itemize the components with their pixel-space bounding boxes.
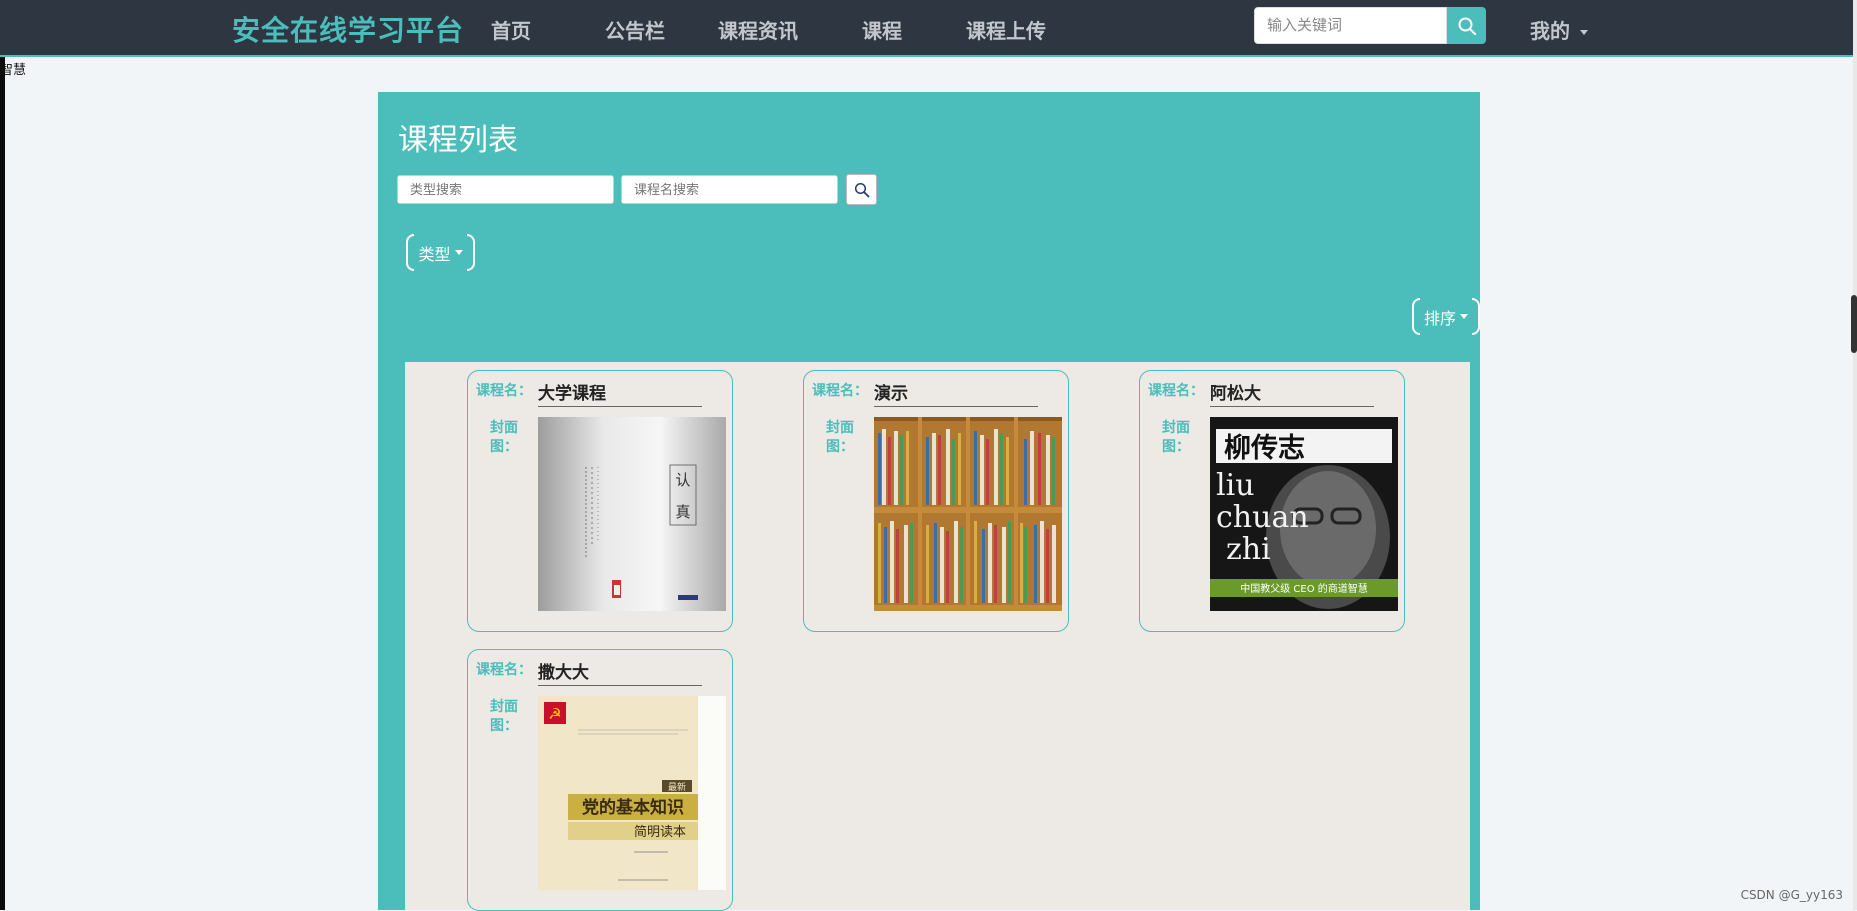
- cover-label: 封面图：: [1162, 420, 1190, 455]
- party-subtitle-text: 简明读本: [634, 824, 686, 840]
- filter-search-button[interactable]: [846, 174, 877, 205]
- course-card[interactable]: 课程名： 大学课程 封面图： 认 真: [467, 370, 733, 632]
- course-grid: 课程名： 大学课程 封面图： 认 真 课程名： 演示 封面图： 课程名： 阿松大…: [405, 362, 1470, 911]
- search-icon: [854, 182, 869, 197]
- top-navbar: 安全在线学习平台 首页 公告栏 课程资讯 课程 课程上传 我的: [0, 0, 1853, 57]
- liu-latin-2: chuan: [1216, 500, 1309, 535]
- course-name-label: 课程名：: [812, 383, 868, 399]
- renzhen-title-1: 认: [675, 471, 690, 489]
- course-cover-image[interactable]: 柳传志 liu chuan zhi 中国教父级 CEO 的商道智慧: [1210, 417, 1398, 611]
- site-brand[interactable]: 安全在线学习平台: [232, 9, 464, 49]
- nav-courses[interactable]: 课程: [862, 15, 902, 44]
- liu-title-text: 柳传志: [1224, 433, 1305, 464]
- book-cover-liuchuanzhi-icon: 柳传志 liu chuan zhi 中国教父级 CEO 的商道智慧: [1210, 417, 1398, 611]
- csdn-watermark: CSDN @G_yy163: [1740, 888, 1843, 902]
- user-menu-label: 我的: [1530, 19, 1570, 43]
- nav-course-upload[interactable]: 课程上传: [966, 15, 1046, 44]
- nav-search-button[interactable]: [1447, 7, 1486, 44]
- chevron-down-icon: [1580, 30, 1588, 35]
- course-cover-image[interactable]: ☭ 最新 党的基本知识 简明读本: [538, 696, 726, 890]
- course-name[interactable]: 演示: [874, 379, 1038, 407]
- left-edge: [0, 0, 5, 910]
- user-menu[interactable]: 我的: [1530, 15, 1588, 44]
- overlapping-label: 智慧: [0, 63, 27, 78]
- course-name-label: 课程名：: [476, 383, 532, 399]
- chevron-down-icon: [454, 250, 463, 255]
- renzhen-title-2: 真: [675, 503, 690, 521]
- course-name[interactable]: 阿松大: [1210, 379, 1374, 407]
- svg-text:☭: ☭: [548, 705, 561, 723]
- window-scrollbar[interactable]: [1853, 0, 1857, 910]
- nav-course-news[interactable]: 课程资讯: [718, 15, 798, 44]
- course-list-panel: 课程列表 类型 排序 课程名： 大学课程 封面图： 认: [378, 92, 1480, 911]
- course-name-label: 课程名：: [1148, 383, 1204, 399]
- course-card[interactable]: 课程名： 演示 封面图：: [803, 370, 1069, 632]
- course-name[interactable]: 大学课程: [538, 379, 702, 407]
- course-name[interactable]: 撒大大: [538, 658, 702, 686]
- nav-home[interactable]: 首页: [491, 15, 531, 44]
- book-cover-party-knowledge-icon: ☭ 最新 党的基本知识 简明读本: [538, 696, 726, 890]
- party-badge-text: 最新: [668, 781, 686, 793]
- bookshelf-icon: [874, 417, 1062, 611]
- chevron-down-icon: [1460, 314, 1468, 319]
- course-name-search-input[interactable]: [621, 175, 838, 204]
- scrollbar-thumb[interactable]: [1851, 295, 1857, 353]
- party-title-text: 党的基本知识: [582, 797, 684, 818]
- course-card[interactable]: 课程名： 阿松大 封面图： 柳传志 liu chuan zhi 中国教父级 CE…: [1139, 370, 1405, 632]
- course-cover-image[interactable]: 认 真: [538, 417, 726, 611]
- page-title: 课程列表: [398, 123, 518, 158]
- nav-search-input[interactable]: [1254, 7, 1447, 44]
- nav-notice[interactable]: 公告栏: [605, 15, 665, 44]
- type-dropdown[interactable]: 类型: [406, 234, 475, 271]
- liu-latin-1: liu: [1216, 468, 1255, 503]
- sort-dropdown-label: 排序: [1423, 308, 1456, 328]
- book-cover-renzhen-icon: 认 真: [538, 417, 726, 611]
- search-icon: [1458, 17, 1476, 35]
- liu-latin-3: zhi: [1226, 532, 1271, 567]
- course-card[interactable]: 课程名： 撒大大 封面图： ☭ 最新 党的基本知识 简明读本: [467, 649, 733, 911]
- sort-dropdown[interactable]: 排序: [1412, 298, 1480, 335]
- course-cover-image[interactable]: [874, 417, 1062, 611]
- cover-label: 封面图：: [490, 699, 518, 734]
- course-name-label: 课程名：: [476, 662, 532, 678]
- nav-search: [1254, 7, 1486, 44]
- liu-subtitle-text: 中国教父级 CEO 的商道智慧: [1240, 582, 1368, 595]
- type-dropdown-label: 类型: [418, 244, 451, 264]
- cover-label: 封面图：: [490, 420, 518, 455]
- cover-label: 封面图：: [826, 420, 854, 455]
- type-search-input[interactable]: [397, 175, 614, 204]
